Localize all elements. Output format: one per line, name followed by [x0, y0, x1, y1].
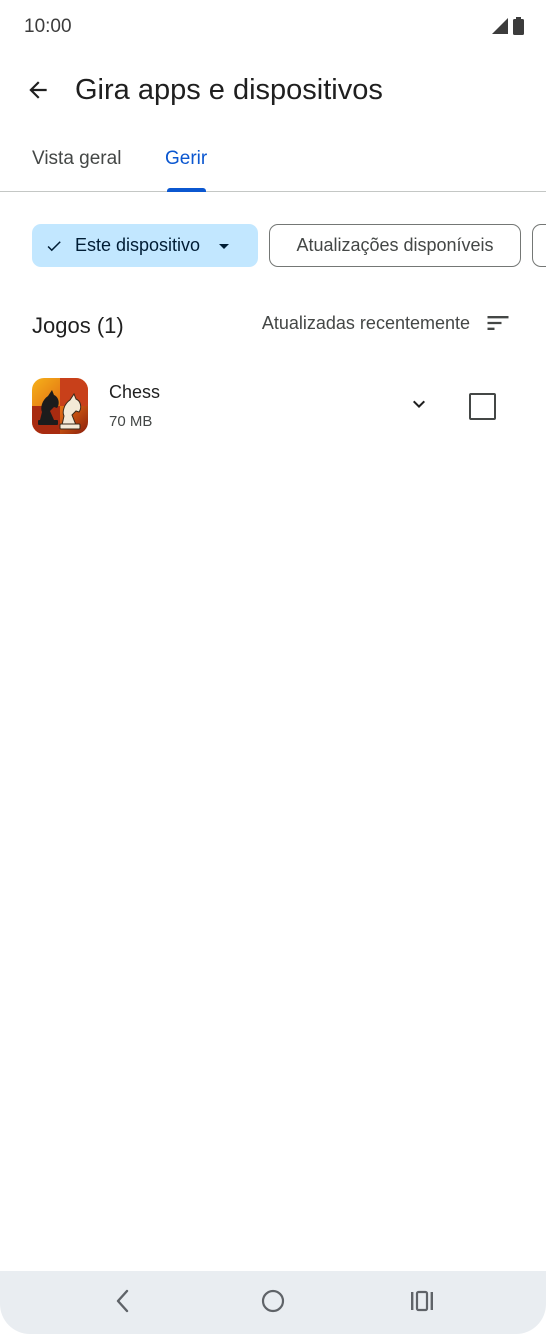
app-list-item[interactable]: Chess 70 MB: [0, 370, 546, 444]
chip-this-device[interactable]: Este dispositivo: [32, 224, 258, 267]
battery-icon: [513, 17, 524, 35]
tab-indicator: [167, 188, 206, 192]
chess-app-icon: [32, 378, 88, 434]
sort-label: Atualizadas recentemente: [261, 312, 470, 333]
select-checkbox[interactable]: [469, 393, 496, 420]
tab-bar: Vista geral Gerir: [0, 130, 546, 192]
nav-recents-button[interactable]: [402, 1287, 442, 1319]
nav-back-button[interactable]: [103, 1287, 143, 1319]
sort-button[interactable]: Atualizadas recentemente: [262, 309, 512, 337]
sort-icon: [484, 309, 512, 337]
system-nav-bar: [0, 1271, 546, 1334]
chip-updates-available-label: Atualizações disponíveis: [296, 235, 494, 255]
screen: 10:00 Gira apps e dispositivos Vista ger…: [0, 0, 546, 1334]
signal-icon: [491, 17, 509, 35]
check-icon: [45, 237, 63, 255]
top-app-bar: Gira apps e dispositivos: [0, 60, 546, 124]
chevron-down-icon: [407, 392, 431, 421]
back-button[interactable]: [18, 72, 58, 112]
nav-home-icon: [260, 1288, 286, 1319]
chip-more[interactable]: [532, 224, 546, 267]
nav-back-icon: [113, 1288, 133, 1319]
nav-recents-icon: [409, 1289, 435, 1318]
arrow-left-icon: [25, 77, 51, 108]
chip-updates-available[interactable]: Atualizações disponíveis: [269, 224, 521, 267]
chip-this-device-label: Este dispositivo: [75, 235, 201, 255]
tab-manage[interactable]: Gerir: [165, 148, 207, 170]
status-bar: 10:00: [0, 0, 546, 56]
tab-overview[interactable]: Vista geral: [32, 148, 121, 170]
app-size: 70 MB: [109, 413, 153, 430]
section-title: Jogos (1): [32, 313, 124, 338]
dropdown-icon: [212, 234, 236, 258]
page-title: Gira apps e dispositivos: [75, 74, 383, 106]
status-time: 10:00: [24, 16, 72, 37]
status-icons: [491, 17, 524, 35]
section-header: Jogos (1) Atualizadas recentemente: [0, 306, 546, 346]
nav-home-button[interactable]: [253, 1287, 293, 1319]
expand-button[interactable]: [400, 387, 438, 425]
filter-chips: Este dispositivo Atualizações disponívei…: [32, 224, 546, 268]
app-name: Chess: [109, 382, 161, 402]
